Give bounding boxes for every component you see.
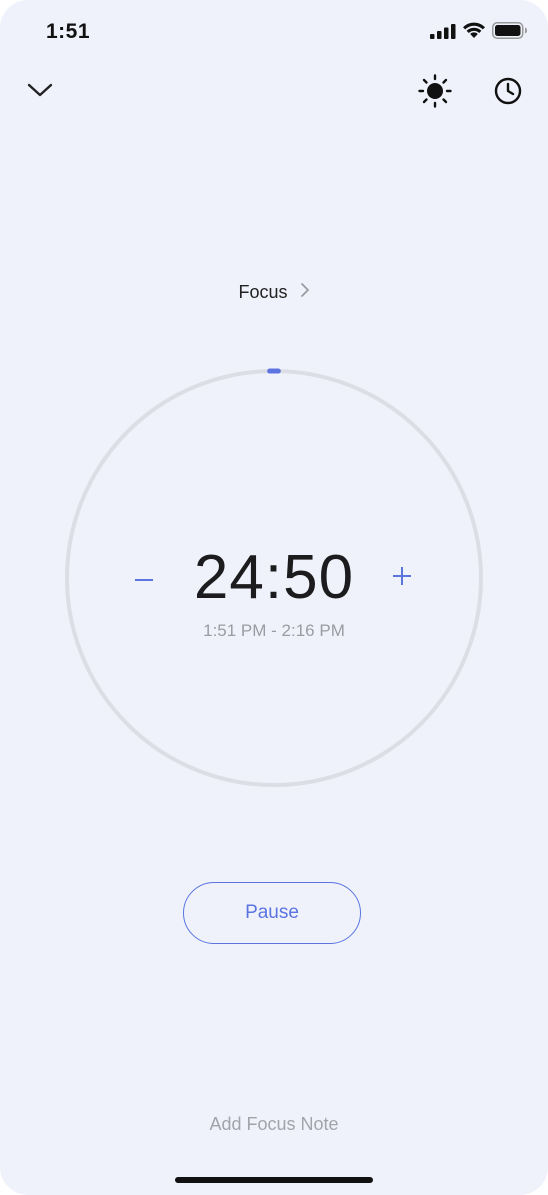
session-time-range: 1:51 PM - 2:16 PM xyxy=(203,621,345,640)
brightness-button[interactable] xyxy=(413,71,457,115)
collapse-button[interactable] xyxy=(18,70,62,114)
mode-label: Focus xyxy=(238,282,288,302)
add-focus-note-link[interactable]: Add Focus Note xyxy=(0,1114,548,1135)
status-bar-icons xyxy=(430,22,528,44)
mode-selector[interactable]: Focus xyxy=(0,282,548,303)
remaining-time: 24:50 xyxy=(193,543,355,612)
status-bar-time: 1:51 xyxy=(46,20,91,43)
history-button[interactable] xyxy=(486,71,530,115)
focus-timer-screen: 1:51 Focus 24:50 1:51 PM - 2:16 PM Pause… xyxy=(0,0,548,1195)
pause-button[interactable]: Pause xyxy=(183,882,361,944)
battery-icon xyxy=(492,22,528,44)
cellular-signal-icon xyxy=(430,23,456,44)
clock-icon xyxy=(493,76,523,111)
home-indicator xyxy=(175,1177,373,1183)
wifi-icon xyxy=(462,22,486,44)
sun-icon xyxy=(418,73,452,113)
chevron-down-icon xyxy=(27,82,53,103)
chevron-right-icon xyxy=(300,282,310,303)
